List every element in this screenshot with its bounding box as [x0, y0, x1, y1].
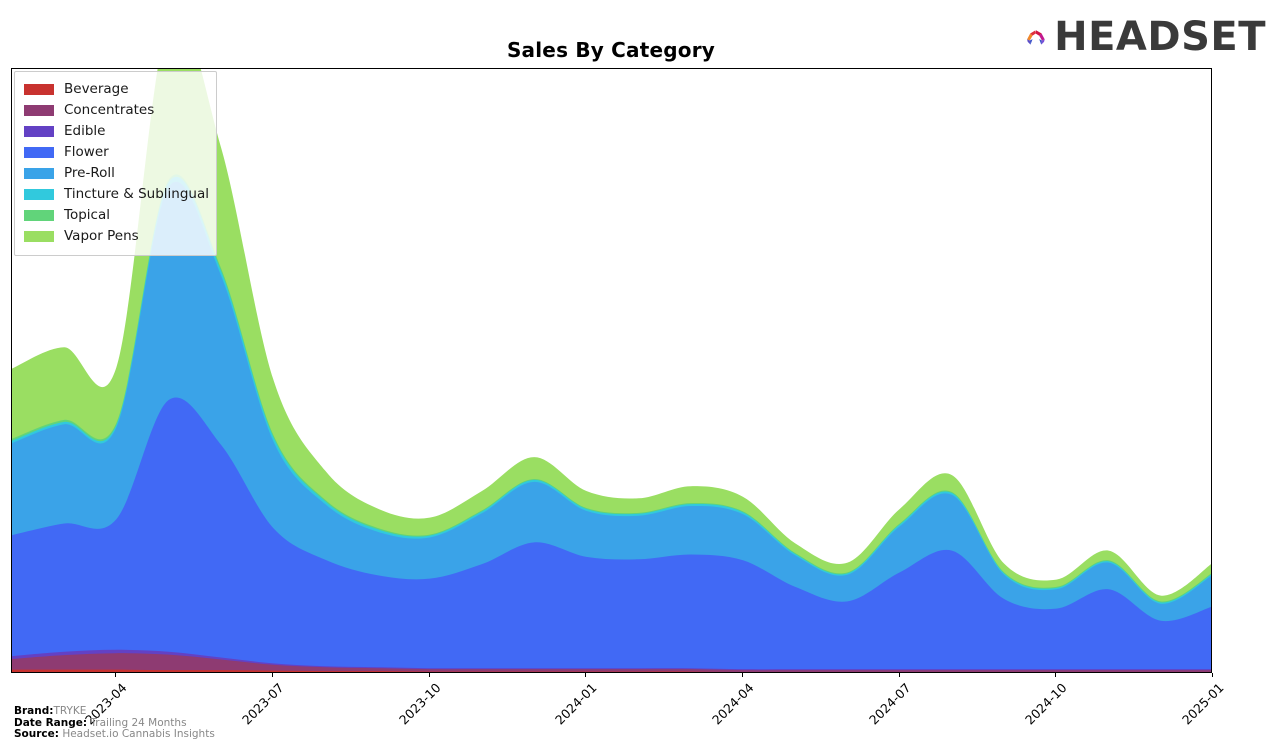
x-tick-label: 2024-01 — [552, 680, 600, 728]
legend-label-beverage: Beverage — [64, 80, 129, 97]
legend-label-concentrates: Concentrates — [64, 101, 155, 118]
x-tick-label: 2024-10 — [1022, 680, 1070, 728]
legend-swatch-tincture-sublingual — [24, 189, 54, 200]
legend-swatch-beverage — [24, 84, 54, 95]
chart-legend: Beverage Concentrates Edible Flower Pre-… — [14, 71, 217, 256]
x-tick-label: 2024-07 — [865, 680, 914, 728]
legend-swatch-topical — [24, 210, 54, 221]
x-tick-label: 2023-07 — [239, 680, 287, 728]
x-tick-mark — [1055, 673, 1057, 677]
legend-item-topical[interactable]: Topical — [24, 205, 208, 226]
legend-label-topical: Topical — [64, 206, 110, 223]
legend-label-flower: Flower — [64, 143, 109, 160]
footer-date-range-value: Trailing 24 Months — [90, 716, 187, 729]
footer-source-value: Headset.io Cannabis Insights — [62, 728, 215, 741]
legend-label-tincture-sublingual: Tincture & Sublingual — [64, 185, 209, 202]
x-tick-mark — [898, 673, 900, 677]
logo-wordmark: HEADSET — [1054, 14, 1266, 60]
x-tick-mark — [115, 673, 117, 677]
legend-item-edible[interactable]: Edible — [24, 121, 208, 142]
x-tick-mark — [1212, 673, 1213, 677]
x-tick-label: 2023-10 — [395, 680, 444, 728]
legend-swatch-concentrates — [24, 105, 54, 116]
headset-logo: HEADSET — [1026, 11, 1266, 63]
legend-label-vapor-pens: Vapor Pens — [64, 227, 139, 244]
legend-swatch-edible — [24, 126, 54, 137]
x-tick-mark — [272, 673, 274, 677]
legend-label-edible: Edible — [64, 122, 106, 139]
headset-arch-icon — [1027, 30, 1045, 45]
legend-label-pre-roll: Pre-Roll — [64, 164, 115, 181]
legend-swatch-pre-roll — [24, 168, 54, 179]
legend-item-flower[interactable]: Flower — [24, 142, 208, 163]
legend-item-concentrates[interactable]: Concentrates — [24, 100, 208, 121]
legend-item-beverage[interactable]: Beverage — [24, 79, 208, 100]
footer-brand-key: Brand: — [14, 705, 54, 717]
x-tick-label: 2025-01 — [1179, 680, 1227, 728]
footer-date-range-key: Date Range: — [14, 716, 88, 729]
legend-item-pre-roll[interactable]: Pre-Roll — [24, 163, 208, 184]
legend-swatch-flower — [24, 147, 54, 158]
x-tick-mark — [585, 673, 587, 677]
legend-swatch-vapor-pens — [24, 231, 54, 242]
x-tick-mark — [742, 673, 743, 677]
footer-source-line: Source: Headset.io Cannabis Insights — [14, 728, 215, 741]
legend-item-tincture-sublingual[interactable]: Tincture & Sublingual — [24, 184, 209, 205]
chart-footer: Brand:TRYKE Date Range: Trailing 24 Mont… — [14, 705, 215, 741]
x-tick-mark — [428, 673, 430, 677]
x-tick-label: 2024-04 — [709, 680, 757, 728]
footer-brand-value: TRYKE — [53, 705, 87, 717]
footer-source-key: Source: — [14, 728, 59, 741]
legend-item-vapor-pens[interactable]: Vapor Pens — [24, 226, 208, 247]
